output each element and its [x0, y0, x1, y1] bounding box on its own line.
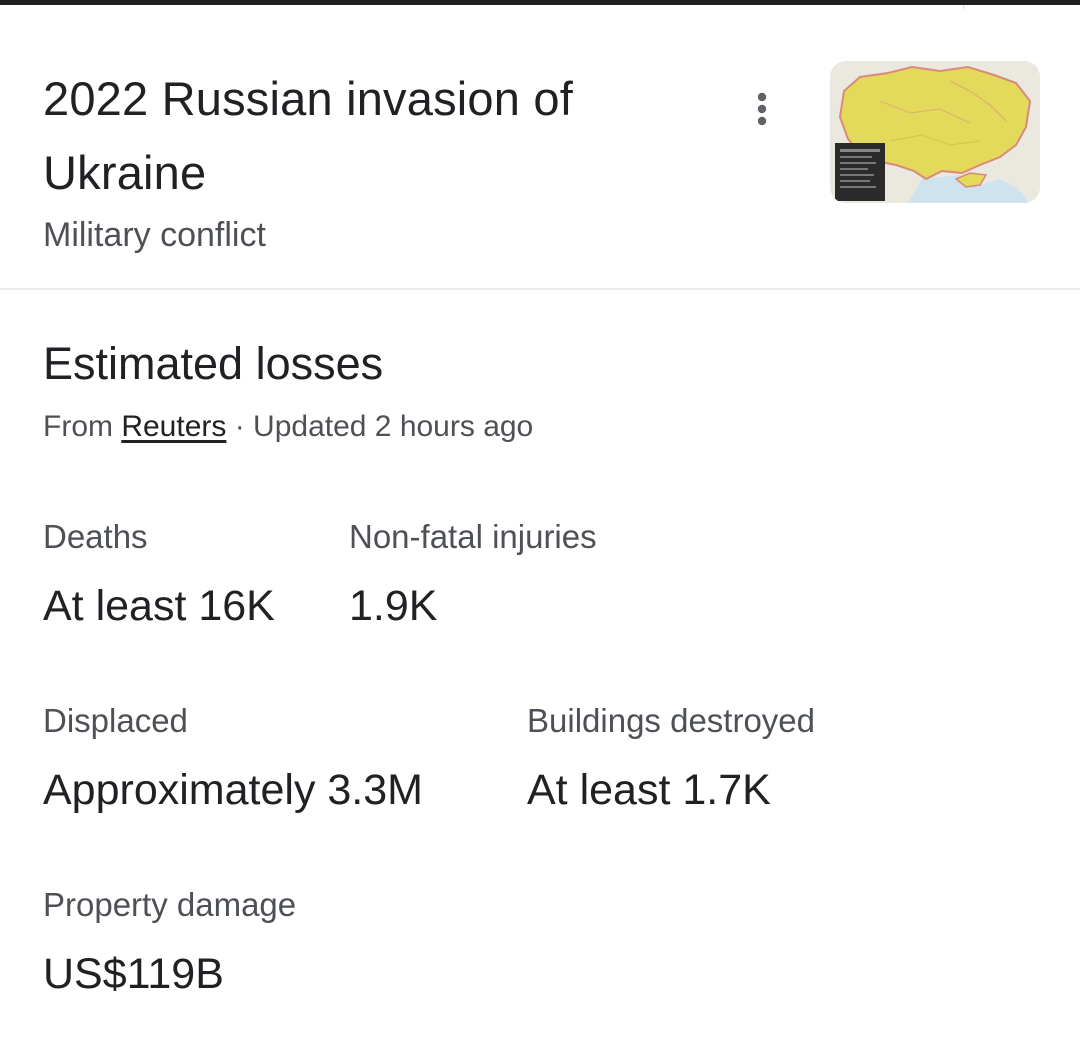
stat-buildings-destroyed: Buildings destroyed At least 1.7K — [527, 700, 815, 816]
more-options-button[interactable] — [740, 85, 784, 133]
source-link-reuters[interactable]: Reuters — [121, 410, 226, 443]
stat-value: 1.9K — [349, 582, 438, 630]
stat-label: Deaths — [43, 518, 148, 555]
stat-deaths: Deaths At least 16K — [43, 516, 275, 632]
stat-property-damage: Property damage US$119B — [43, 884, 296, 1000]
more-vert-icon — [757, 92, 767, 126]
entity-title: 2022 Russian invasion of Ukraine — [43, 72, 573, 199]
stat-displaced: Displaced Approximately 3.3M — [43, 700, 423, 816]
stat-label: Property damage — [43, 886, 297, 923]
stat-value: At least 1.7K — [527, 766, 771, 814]
stat-label: Buildings destroyed — [527, 702, 816, 739]
stat-non-fatal-injuries: Non-fatal injuries 1.9K — [349, 516, 597, 632]
section-divider — [0, 288, 1080, 290]
source-prefix: From — [43, 410, 122, 443]
source-attribution: From Reuters · Updated 2 hours ago — [43, 407, 533, 447]
stat-label: Displaced — [43, 702, 188, 739]
stat-value: US$119B — [43, 950, 224, 998]
section-heading: Estimated losses — [43, 338, 384, 389]
stat-value: At least 16K — [43, 582, 275, 630]
entity-subtitle: Military conflict — [43, 216, 266, 254]
source-updated-time: · Updated 2 hours ago — [226, 410, 534, 443]
ukraine-map-thumbnail[interactable] — [830, 61, 1040, 203]
stat-value: Approximately 3.3M — [43, 766, 423, 814]
stat-label: Non-fatal injuries — [349, 518, 597, 555]
map-image — [830, 61, 1040, 203]
